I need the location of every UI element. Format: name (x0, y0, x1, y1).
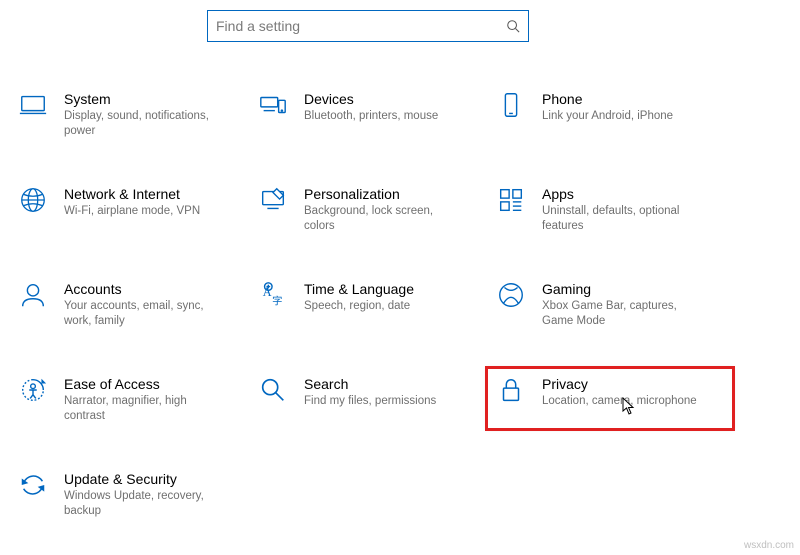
lock-icon (494, 373, 528, 407)
tile-desc: Narrator, magnifier, high contrast (64, 394, 224, 424)
tile-desc: Display, sound, notifications, power (64, 109, 224, 139)
tile-title: Network & Internet (64, 185, 200, 203)
tile-title: Phone (542, 90, 673, 108)
apps-icon (494, 183, 528, 217)
system-icon (16, 88, 50, 122)
search-box[interactable] (207, 10, 529, 42)
language-icon: A 字 (256, 278, 290, 312)
tile-desc: Link your Android, iPhone (542, 109, 673, 124)
tile-title: Accounts (64, 280, 224, 298)
tile-title: System (64, 90, 224, 108)
person-icon (16, 278, 50, 312)
tile-devices[interactable]: Devices Bluetooth, printers, mouse (248, 82, 486, 145)
search-input[interactable] (216, 18, 506, 34)
tile-title: Ease of Access (64, 375, 224, 393)
tile-desc: Your accounts, email, sync, work, family (64, 299, 224, 329)
settings-grid: System Display, sound, notifications, po… (8, 82, 800, 525)
tile-accounts[interactable]: Accounts Your accounts, email, sync, wor… (8, 272, 248, 335)
tile-desc: Location, camera, microphone (542, 394, 697, 409)
tile-desc: Bluetooth, printers, mouse (304, 109, 438, 124)
tile-apps[interactable]: Apps Uninstall, defaults, optional featu… (486, 177, 734, 240)
svg-text:字: 字 (272, 294, 282, 307)
xbox-icon (494, 278, 528, 312)
tile-privacy[interactable]: Privacy Location, camera, microphone (486, 367, 734, 430)
tile-system[interactable]: System Display, sound, notifications, po… (8, 82, 248, 145)
devices-icon (256, 88, 290, 122)
tile-desc: Speech, region, date (304, 299, 414, 314)
tile-desc: Xbox Game Bar, captures, Game Mode (542, 299, 702, 329)
watermark: wsxdn.com (744, 540, 794, 551)
globe-icon (16, 183, 50, 217)
tile-network[interactable]: Network & Internet Wi-Fi, airplane mode,… (8, 177, 248, 240)
tile-title: Time & Language (304, 280, 414, 298)
tile-ease-of-access[interactable]: Ease of Access Narrator, magnifier, high… (8, 367, 248, 430)
tile-title: Personalization (304, 185, 464, 203)
tile-phone[interactable]: Phone Link your Android, iPhone (486, 82, 734, 145)
tile-desc: Wi-Fi, airplane mode, VPN (64, 204, 200, 219)
phone-icon (494, 88, 528, 122)
tile-title: Devices (304, 90, 438, 108)
tile-title: Privacy (542, 375, 697, 393)
search-icon (506, 19, 520, 33)
tile-title: Search (304, 375, 436, 393)
tile-desc: Windows Update, recovery, backup (64, 489, 224, 519)
tile-desc: Find my files, permissions (304, 394, 436, 409)
tile-update-security[interactable]: Update & Security Windows Update, recove… (8, 462, 248, 525)
tile-title: Apps (542, 185, 702, 203)
tile-search[interactable]: Search Find my files, permissions (248, 367, 486, 430)
paint-icon (256, 183, 290, 217)
tile-desc: Uninstall, defaults, optional features (542, 204, 702, 234)
tile-time-language[interactable]: A 字 Time & Language Speech, region, date (248, 272, 486, 335)
tile-title: Update & Security (64, 470, 224, 488)
magnifier-icon (256, 373, 290, 407)
ease-icon (16, 373, 50, 407)
tile-personalization[interactable]: Personalization Background, lock screen,… (248, 177, 486, 240)
tile-title: Gaming (542, 280, 702, 298)
sync-icon (16, 468, 50, 502)
tile-gaming[interactable]: Gaming Xbox Game Bar, captures, Game Mod… (486, 272, 734, 335)
tile-desc: Background, lock screen, colors (304, 204, 464, 234)
